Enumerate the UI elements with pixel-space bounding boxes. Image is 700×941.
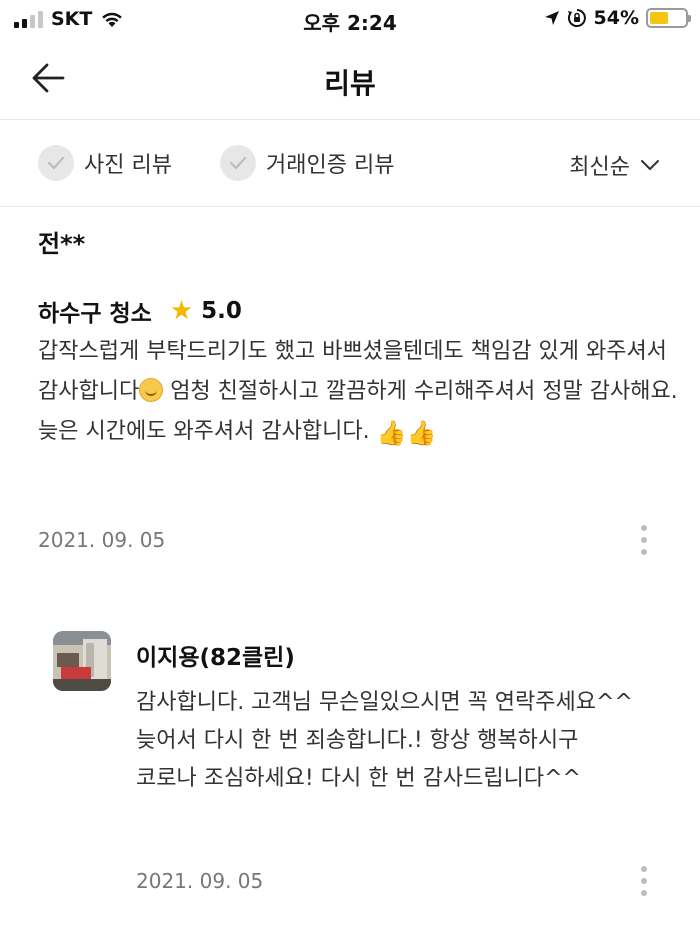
reply-date: 2021. 09. 05: [136, 869, 264, 893]
sort-label: 최신순: [569, 155, 630, 180]
battery-icon: [646, 8, 691, 28]
review-date: 2021. 09. 05: [38, 528, 166, 552]
review-text: 갑작스럽게 부탁드리기도 했고 바쁘셨을텐데도 책임감 있게 와주셔서 감사합니…: [38, 332, 678, 453]
filter-bar: 사진 리뷰 거래인증 리뷰 최신순: [0, 121, 700, 207]
reply-author: 이지용(82클린): [136, 645, 295, 671]
reply-more-button[interactable]: [629, 863, 659, 899]
photo-review-filter[interactable]: 사진 리뷰: [38, 145, 172, 181]
thumbs-up-emoji-icon: 👍: [406, 419, 437, 447]
status-bar-right: 54%: [544, 7, 691, 29]
sort-dropdown[interactable]: 최신순: [569, 149, 660, 181]
reviewer-name: 전**: [38, 230, 86, 258]
reply-line: 코로나 조심하세요! 다시 한 번 감사드립니다^^: [136, 766, 581, 791]
battery-percent: 54%: [593, 7, 639, 29]
smiling-face-emoji-icon: [139, 378, 164, 402]
service-name: 하수구 청소: [38, 301, 152, 327]
status-bar: SKT 오후 2:24 54%: [0, 0, 700, 40]
photo-review-label: 사진 리뷰: [84, 153, 172, 178]
check-circle-icon: [38, 145, 74, 181]
rating-value: 5.0: [201, 298, 242, 324]
thumbs-up-emoji-icon: 👍: [376, 419, 407, 447]
review-more-button[interactable]: [629, 522, 659, 558]
reply-text: 감사합니다. 고객님 무슨일있으시면 꼭 연락주세요^^ 늦어서 다시 한 번 …: [136, 684, 666, 798]
header: 리뷰: [0, 42, 700, 120]
verified-review-label: 거래인증 리뷰: [266, 153, 395, 178]
check-circle-icon: [220, 145, 256, 181]
page-title: 리뷰: [324, 67, 376, 100]
star-icon: ★: [169, 296, 194, 326]
orientation-lock-icon: [567, 9, 586, 27]
verified-review-filter[interactable]: 거래인증 리뷰: [220, 145, 394, 181]
reply-line: 늦어서 다시 한 번 죄송합니다.! 항상 행복하시구: [136, 728, 579, 753]
review-service-row: 하수구 청소 ★ 5.0: [38, 294, 242, 328]
location-arrow-icon: [544, 11, 559, 25]
chevron-down-icon: [641, 160, 659, 170]
avatar: [53, 631, 111, 691]
reply-line: 감사합니다. 고객님 무슨일있으시면 꼭 연락주세요^^: [136, 690, 633, 715]
